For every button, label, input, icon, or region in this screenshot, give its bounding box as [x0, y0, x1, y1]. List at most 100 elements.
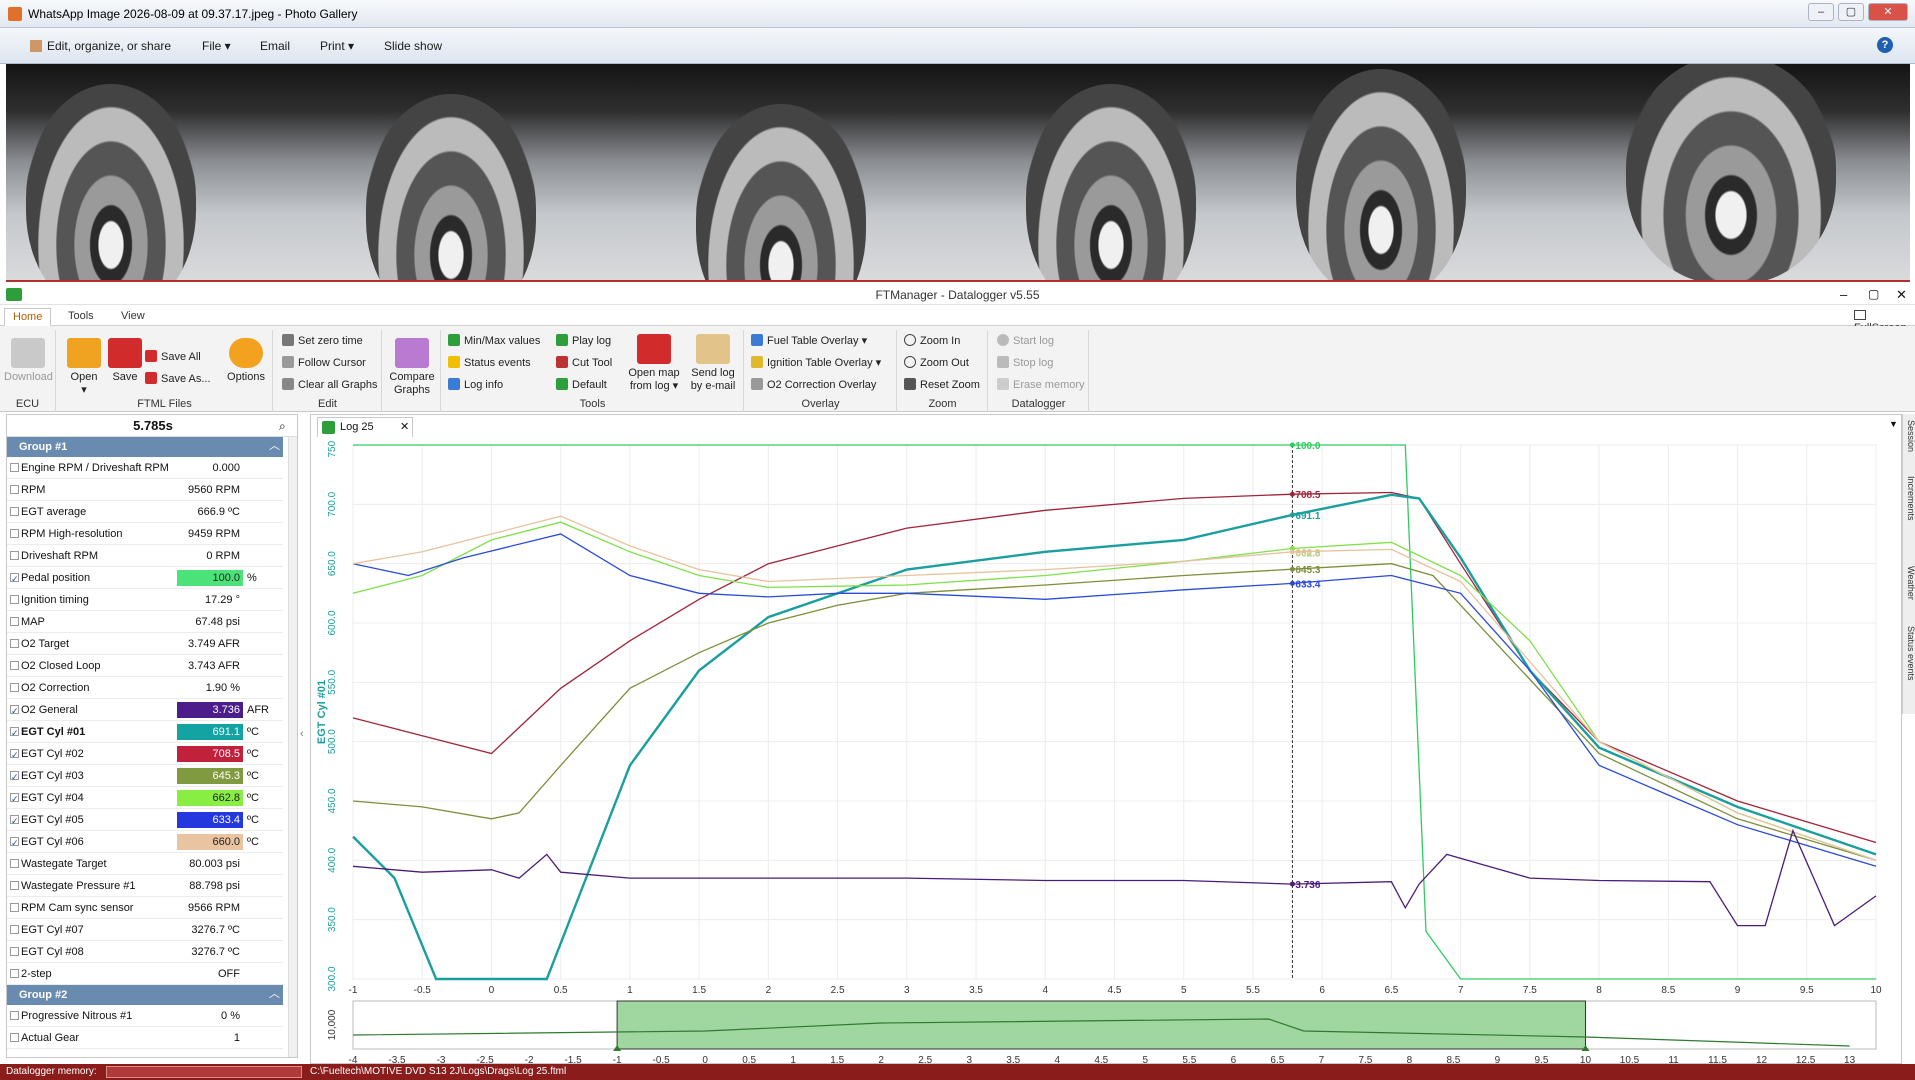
tab-view[interactable]: View [113, 308, 153, 326]
side-tab-weather[interactable]: Weather [1903, 566, 1915, 600]
clear-all-graphs-button[interactable]: Clear all Graphs [282, 376, 377, 394]
search-icon[interactable]: ⌕ [279, 419, 286, 434]
slideshow-menu[interactable]: Slide show [384, 39, 442, 53]
print-menu[interactable]: Print ▾ [320, 39, 354, 53]
channel-row[interactable]: Wastegate Pressure #1 88.798 psi [7, 875, 283, 897]
default-button[interactable]: Default [556, 376, 607, 394]
channel-checkbox[interactable] [10, 1033, 19, 1042]
channel-checkbox[interactable] [10, 881, 19, 890]
side-tab-session[interactable]: Session [1903, 420, 1915, 452]
zoom-in-button[interactable]: Zoom In [904, 332, 960, 350]
channel-row[interactable]: EGT Cyl #01 691.1 ºC [7, 721, 283, 744]
channel-checkbox[interactable] [10, 722, 19, 744]
ignition-table-overlay-button[interactable]: Ignition Table Overlay ▾ [751, 354, 881, 372]
set-zero-time-button[interactable]: Set zero time [282, 332, 363, 350]
channel-list-scrollbar[interactable] [288, 437, 297, 1057]
minimize-icon[interactable]: – [1808, 3, 1834, 21]
status-events-button[interactable]: Status events [448, 354, 531, 372]
channel-checkbox[interactable] [10, 925, 19, 934]
group-header[interactable]: Group #1 [7, 437, 283, 457]
channel-checkbox[interactable] [10, 903, 19, 912]
channel-checkbox[interactable] [10, 639, 19, 648]
maximize-icon[interactable]: ▢ [1838, 3, 1864, 21]
channel-row[interactable]: EGT Cyl #07 3276.7 ºC [7, 919, 283, 941]
send-log-email-button[interactable]: Send log by e-mail [686, 334, 740, 393]
open-map-from-log-button[interactable]: Open map from log ▾ [626, 334, 682, 393]
start-log-button[interactable]: Start log [997, 332, 1054, 350]
open-button[interactable]: Open ▾ [63, 338, 105, 397]
options-button[interactable]: Options [223, 338, 269, 384]
channel-checkbox[interactable] [10, 529, 19, 538]
channel-checkbox[interactable] [10, 947, 19, 956]
channel-row[interactable]: RPM Cam sync sensor 9566 RPM [7, 897, 283, 919]
close-tab-icon[interactable]: ✕ [400, 418, 409, 436]
channel-checkbox[interactable] [10, 463, 19, 472]
channel-row[interactable]: EGT Cyl #06 660.0 ºC [7, 831, 283, 854]
channel-checkbox[interactable] [10, 832, 19, 854]
close-icon[interactable]: ✕ [1896, 287, 1907, 303]
follow-cursor-button[interactable]: Follow Cursor [282, 354, 366, 372]
channel-row[interactable]: EGT Cyl #02 708.5 ºC [7, 743, 283, 766]
channel-row[interactable]: EGT Cyl #03 645.3 ºC [7, 765, 283, 788]
datalog-chart[interactable]: -1 -0.5 0 0.5 1 1.5 2 2.5 3 3.5 4 4.5 5 5.5 6 6.5 7 7.5 8 8… [311, 441, 1901, 1071]
download-button[interactable]: Download [4, 338, 53, 384]
channel-row[interactable]: RPM High-resolution 9459 RPM [7, 523, 283, 545]
maximize-icon[interactable]: ▢ [1868, 287, 1879, 301]
play-log-button[interactable]: Play log [556, 332, 611, 350]
channel-row[interactable]: O2 Closed Loop 3.743 AFR [7, 655, 283, 677]
zoom-out-button[interactable]: Zoom Out [904, 354, 969, 372]
tab-home[interactable]: Home [4, 308, 52, 326]
channel-checkbox[interactable] [10, 595, 19, 604]
group-header[interactable]: Group #2 [7, 985, 283, 1005]
channel-checkbox[interactable] [10, 810, 19, 832]
min-max-values-button[interactable]: Min/Max values [448, 332, 540, 350]
email-menu[interactable]: Email [260, 39, 290, 53]
side-tab-increments[interactable]: Increments [1903, 476, 1915, 521]
channel-checkbox[interactable] [10, 1011, 19, 1020]
collapse-group-icon[interactable]: ︿ [269, 437, 280, 453]
channel-checkbox[interactable] [10, 744, 19, 766]
tab-dropdown-icon[interactable]: ▼ [1889, 419, 1898, 429]
cut-tool-button[interactable]: Cut Tool [556, 354, 612, 372]
o2-correction-overlay-button[interactable]: O2 Correction Overlay [751, 376, 876, 394]
collapse-group-icon[interactable]: ︿ [269, 985, 280, 1001]
collapse-panel-icon[interactable]: ‹ [300, 728, 304, 740]
channel-checkbox[interactable] [10, 700, 19, 722]
channel-checkbox[interactable] [10, 551, 19, 560]
channel-checkbox[interactable] [10, 568, 19, 590]
minimize-icon[interactable]: – [1840, 287, 1847, 302]
channel-row[interactable]: O2 Correction 1.90 % [7, 677, 283, 699]
channel-checkbox[interactable] [10, 683, 19, 692]
channel-checkbox[interactable] [10, 661, 19, 670]
channel-row[interactable]: Wastegate Target 80.003 psi [7, 853, 283, 875]
save-as-button[interactable]: Save As... [145, 370, 211, 388]
channel-checkbox[interactable] [10, 507, 19, 516]
log-info-button[interactable]: Log info [448, 376, 503, 394]
help-icon[interactable]: ? [1877, 37, 1893, 53]
channel-row[interactable]: Progressive Nitrous #1 0 % [7, 1005, 283, 1027]
erase-memory-button[interactable]: Erase memory [997, 376, 1085, 394]
channel-row[interactable]: EGT Cyl #05 633.4 ºC [7, 809, 283, 832]
channel-row[interactable]: Engine RPM / Driveshaft RPM 0.000 [7, 457, 283, 479]
file-menu[interactable]: File ▾ [202, 39, 231, 53]
stop-log-button[interactable]: Stop log [997, 354, 1053, 372]
tab-log-25[interactable]: Log 25 ✕ [317, 417, 413, 437]
compare-graphs-button[interactable]: Compare Graphs [387, 338, 437, 397]
save-all-button[interactable]: Save All [145, 348, 201, 366]
fuel-table-overlay-button[interactable]: Fuel Table Overlay ▾ [751, 332, 867, 350]
channel-checkbox[interactable] [10, 969, 19, 978]
channel-row[interactable]: 2-step OFF [7, 963, 283, 985]
channel-checkbox[interactable] [10, 485, 19, 494]
channel-row[interactable]: MAP 67.48 psi [7, 611, 283, 633]
channel-row[interactable]: EGT Cyl #04 662.8 ºC [7, 787, 283, 810]
channel-checkbox[interactable] [10, 788, 19, 810]
channel-checkbox[interactable] [10, 766, 19, 788]
channel-row[interactable]: Actual Gear 1 [7, 1027, 283, 1049]
channel-row[interactable]: EGT average 666.9 ºC [7, 501, 283, 523]
channel-checkbox[interactable] [10, 617, 19, 626]
close-icon[interactable]: ✕ [1868, 3, 1908, 21]
channel-row[interactable]: Ignition timing 17.29 ° [7, 589, 283, 611]
channel-row[interactable]: RPM 9560 RPM [7, 479, 283, 501]
edit-organize-share-menu[interactable]: Edit, organize, or share [30, 39, 171, 53]
tab-tools[interactable]: Tools [60, 308, 102, 326]
